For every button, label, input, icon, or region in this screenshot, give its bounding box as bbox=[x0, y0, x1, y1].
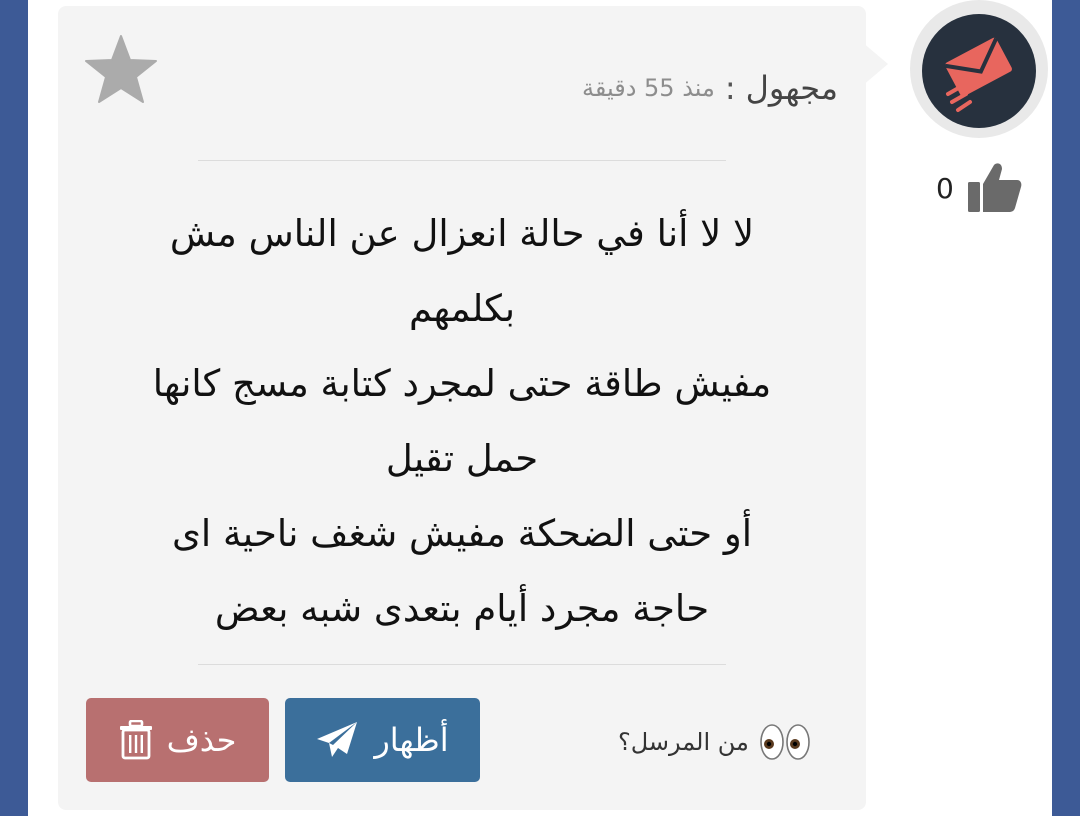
star-icon[interactable] bbox=[84, 34, 158, 104]
message-body: لا لا أنا في حالة انعزال عن الناس مش بكل… bbox=[98, 196, 826, 646]
avatar-logo bbox=[922, 14, 1036, 128]
envelope-logo-icon bbox=[944, 37, 1012, 112]
delete-button-label: حذف bbox=[166, 721, 237, 759]
sender-line: منذ 55 دقيقة : مجهول bbox=[58, 64, 838, 112]
message-line: مفيش طاقة حتى لمجرد كتابة مسج كانها bbox=[152, 362, 772, 405]
message-card: منذ 55 دقيقة : مجهول لا لا أنا في حالة ا… bbox=[58, 6, 866, 810]
divider-bottom bbox=[198, 664, 726, 665]
divider-top bbox=[198, 160, 726, 161]
message-line: بكلمهم bbox=[408, 287, 516, 330]
sender-separator: : bbox=[724, 69, 736, 107]
eyes-icon bbox=[760, 724, 810, 760]
message-line: حمل تقيل bbox=[385, 437, 539, 480]
show-button-label: أظهار bbox=[374, 721, 449, 759]
thumbs-up-icon[interactable] bbox=[966, 162, 1022, 214]
like-count: 0 bbox=[936, 172, 954, 205]
message-line: أو حتى الضحكة مفيش شغف ناحية اى bbox=[171, 512, 753, 555]
message-line: لا لا أنا في حالة انعزال عن الناس مش bbox=[169, 212, 755, 255]
trash-icon bbox=[119, 720, 152, 760]
message-time: منذ 55 دقيقة bbox=[581, 74, 715, 102]
avatar bbox=[910, 0, 1048, 138]
sender-name: مجهول bbox=[745, 69, 838, 107]
who-sent-label: من المرسل؟ bbox=[618, 728, 749, 756]
delete-button[interactable]: حذف bbox=[86, 698, 269, 782]
who-sent-link[interactable]: من المرسل؟ bbox=[618, 720, 813, 764]
show-sender-button[interactable]: أظهار bbox=[285, 698, 480, 782]
paper-plane-icon bbox=[317, 722, 358, 757]
message-line: حاجة مجرد أيام بتعدى شبه بعض bbox=[214, 587, 710, 630]
